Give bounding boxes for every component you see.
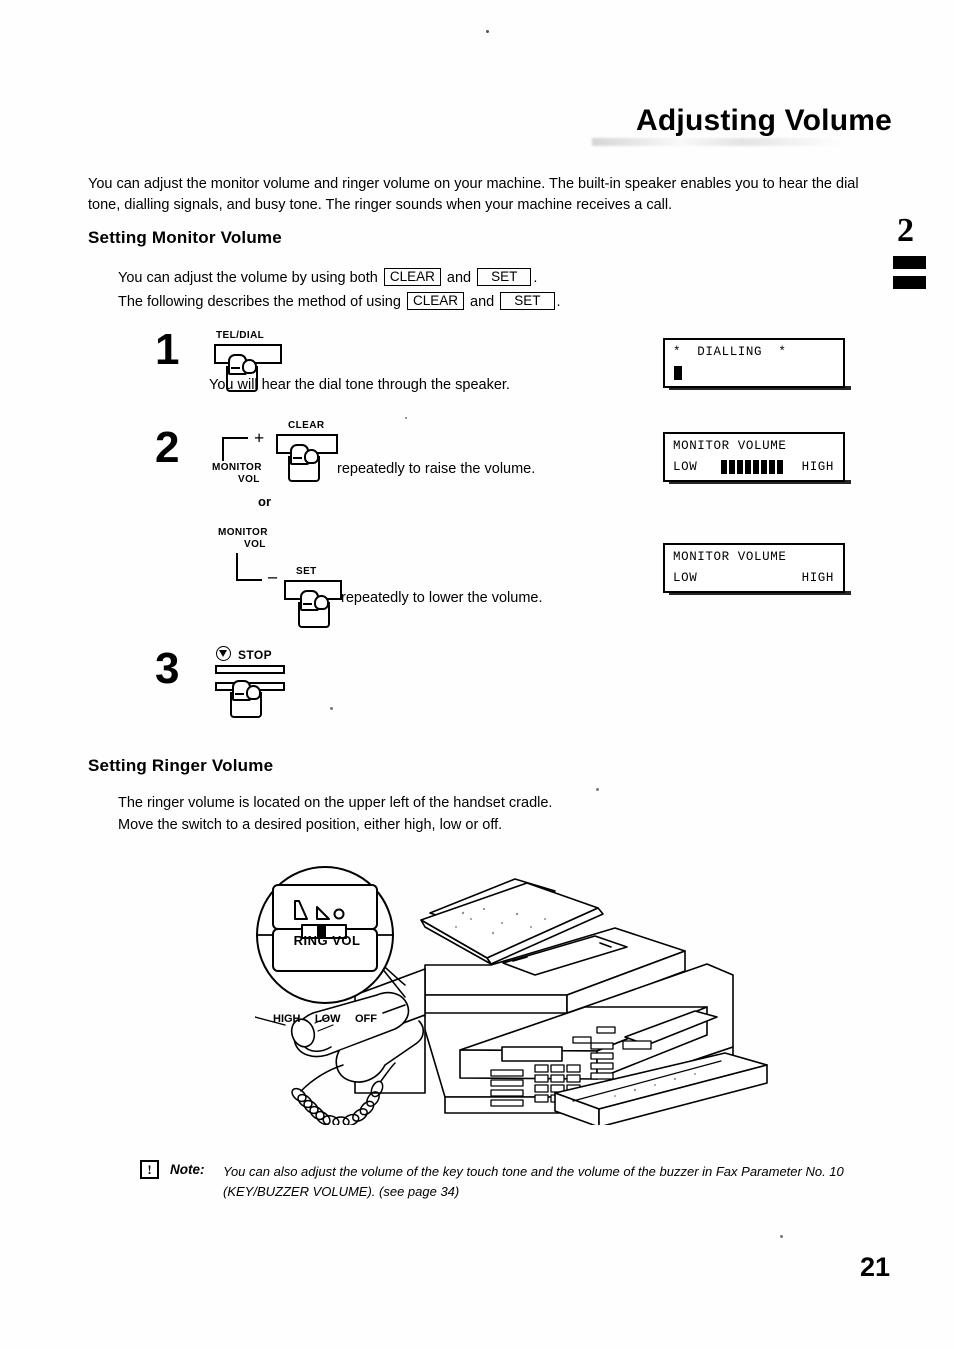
chapter-tab-number: 2 <box>897 212 914 249</box>
scan-speck <box>330 707 333 710</box>
instruction-period: . <box>533 270 538 286</box>
instruction-conjunction: and <box>470 294 495 310</box>
key-clear: CLEAR <box>406 292 464 310</box>
scan-smudge <box>592 138 842 146</box>
ringer-line-2: Move the switch to a desired position, e… <box>118 817 503 833</box>
display-cursor <box>674 366 682 380</box>
scan-speck <box>405 417 407 419</box>
label-vol: VOL <box>238 474 260 485</box>
display-line-1: MONITOR VOLUME <box>673 439 787 453</box>
step-2-raise-text: repeatedly to raise the volume. <box>337 461 536 477</box>
chapter-tab-bar-2 <box>893 276 926 289</box>
display-label-low: LOW <box>673 460 698 474</box>
callout-title: RING VOL <box>293 933 361 948</box>
bracket-monitor-vol-up <box>222 437 248 461</box>
step-1-text: You will hear the dial tone through the … <box>209 377 510 393</box>
section-heading-monitor-volume: Setting Monitor Volume <box>88 228 282 247</box>
display-label-high: HIGH <box>801 460 834 474</box>
chapter-tab-marker: 2 <box>893 212 933 294</box>
instruction-conjunction: and <box>446 270 472 286</box>
pressing-hand-icon <box>286 444 320 482</box>
callout-label-high: HIGH <box>273 1013 301 1025</box>
ringer-instructions: The ringer volume is located on the uppe… <box>118 792 552 836</box>
monitor-instructions: You can adjust the volume by using both … <box>118 266 561 314</box>
callout-label-low: LOW <box>314 1013 341 1025</box>
monitor-instruction-line-1: You can adjust the volume by using both … <box>118 266 561 290</box>
scan-speck <box>486 30 489 33</box>
button-label-set: SET <box>296 566 317 577</box>
fax-machine-illustration: RING VOL HIGH LOW OFF <box>254 865 825 1128</box>
monitor-instruction-line-2: The following describes the method of us… <box>118 290 561 314</box>
stop-triangle-icon <box>216 646 231 661</box>
label-monitor: MONITOR <box>218 527 268 538</box>
intro-paragraph: You can adjust the monitor volume and ri… <box>88 176 859 213</box>
step-2-lower-text: repeatedly to lower the volume. <box>341 590 543 606</box>
monitor-volume-high-display: MONITOR VOLUME LOW HIGH <box>663 432 851 484</box>
display-label-low: LOW <box>673 571 698 585</box>
note-label: Note: <box>170 1162 205 1177</box>
callout-switch-labels: HIGH LOW OFF <box>273 1013 377 1025</box>
display-line-1: * DIALLING * <box>673 345 787 359</box>
page-title: Adjusting Volume <box>636 104 892 137</box>
exclamation-icon: ! <box>140 1160 159 1179</box>
step-number-3: 3 <box>155 644 180 693</box>
section-heading-ringer-volume: Setting Ringer Volume <box>88 756 274 775</box>
dialling-display: * DIALLING * <box>663 338 851 390</box>
scan-speck <box>780 1235 783 1238</box>
document-page: Adjusting Volume 2 You can adjust the mo… <box>0 0 954 1349</box>
button-label-tel-dial: TEL/DIAL <box>216 330 265 341</box>
instruction-text: The following describes the method of us… <box>118 294 401 310</box>
plus-sign: + <box>254 428 265 448</box>
page-number: 21 <box>859 1252 890 1282</box>
step-number-2: 2 <box>155 423 180 472</box>
instruction-text: You can adjust the volume by using both <box>118 270 378 286</box>
pressing-hand-icon <box>228 680 262 718</box>
button-label-stop: STOP <box>238 648 273 662</box>
minus-sign: – <box>268 566 277 586</box>
label-vol: VOL <box>244 539 266 550</box>
step-number-1: 1 <box>155 325 180 374</box>
note-text: You can also adjust the volume of the ke… <box>223 1164 844 1199</box>
key-set: SET <box>477 268 532 286</box>
button-label-clear: CLEAR <box>288 420 325 431</box>
callout-label-off: OFF <box>354 1013 377 1025</box>
volume-bar-gauge <box>721 460 783 474</box>
display-line-1: MONITOR VOLUME <box>673 550 787 564</box>
ringer-line-1: The ringer volume is located on the uppe… <box>118 795 553 811</box>
key-set: SET <box>500 292 555 310</box>
instruction-period: . <box>556 294 561 310</box>
monitor-volume-low-display: MONITOR VOLUME LOW HIGH <box>663 543 851 595</box>
display-label-high: HIGH <box>801 571 834 585</box>
pressing-hand-icon <box>296 590 330 628</box>
or-label: or <box>258 494 271 509</box>
bracket-monitor-vol-down <box>236 553 262 581</box>
label-monitor: MONITOR <box>212 462 262 473</box>
key-clear: CLEAR <box>383 268 441 286</box>
chapter-tab-bar-1 <box>893 256 926 269</box>
scan-speck <box>596 788 599 791</box>
